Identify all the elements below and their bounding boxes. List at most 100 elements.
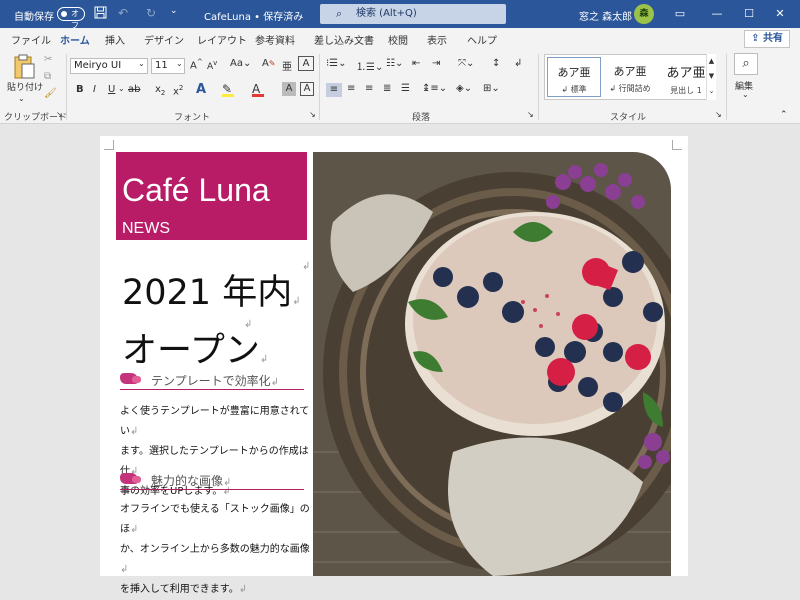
style-no-spacing[interactable]: あア亜 ↲ 行間詰め bbox=[603, 57, 657, 97]
user-name: 窓之 森太郎 bbox=[579, 12, 633, 23]
redo-icon[interactable]: ↻ bbox=[146, 6, 156, 20]
font-size-dropdown-icon[interactable]: ⌄ bbox=[176, 59, 183, 68]
tab-home[interactable]: ホーム bbox=[60, 32, 90, 52]
tab-file[interactable]: ファイル bbox=[11, 32, 51, 47]
underline-dropdown-icon[interactable]: ⌄ bbox=[118, 84, 125, 93]
underline-icon[interactable]: U bbox=[108, 84, 115, 95]
body-line: を挿入して利用できます。 bbox=[120, 584, 239, 595]
section-heading-1[interactable]: テンプレートで効率化↲ bbox=[120, 370, 304, 390]
copy-icon[interactable]: ⧉ bbox=[44, 71, 51, 82]
tab-mailings[interactable]: 差し込み文書 bbox=[314, 32, 374, 47]
section-body-2[interactable]: オフラインでも使える「ストック画像」のほ↲ か、オンライン上から多数の魅力的な画… bbox=[120, 500, 310, 600]
font-color-icon[interactable]: A bbox=[252, 82, 264, 97]
ribbon-display-icon[interactable]: ▭ bbox=[666, 4, 694, 24]
multilevel-list-icon[interactable]: ☷⌄ bbox=[386, 58, 403, 69]
style-heading-1[interactable]: あア亜 見出し 1 bbox=[659, 57, 713, 97]
phonetic-guide-icon[interactable]: 亜 bbox=[282, 58, 292, 73]
body-line: オフラインでも使える「ストック画像」のほ bbox=[120, 504, 310, 535]
minimize-icon[interactable]: — bbox=[703, 4, 731, 24]
heading-ornament-icon bbox=[120, 373, 141, 384]
share-button[interactable]: ⇪ 共有 bbox=[744, 30, 790, 48]
italic-icon[interactable]: I bbox=[93, 84, 96, 95]
shrink-font-icon[interactable]: Av bbox=[207, 59, 217, 72]
paste-dropdown-icon[interactable]: ⌄ bbox=[18, 94, 25, 103]
distributed-icon[interactable]: ☰ bbox=[401, 83, 410, 94]
decrease-indent-icon[interactable]: ⇤ bbox=[412, 58, 420, 69]
search-icon: ⌕ bbox=[336, 7, 343, 20]
font-name-dropdown-icon[interactable]: ⌄ bbox=[138, 59, 145, 68]
shading-icon[interactable]: ◈⌄ bbox=[456, 83, 472, 94]
clear-formatting-icon[interactable]: A✎ bbox=[262, 58, 276, 69]
font-launcher-icon[interactable]: ↘ bbox=[309, 110, 316, 119]
brand-subtitle[interactable]: NEWS bbox=[122, 220, 170, 238]
font-name-box[interactable]: Meiryo UI bbox=[70, 58, 148, 74]
search-placeholder: 検索 (Alt+Q) bbox=[356, 8, 417, 19]
paste-button-label[interactable]: 貼り付け bbox=[7, 80, 43, 93]
paragraph-group-label: 段落 bbox=[412, 113, 431, 123]
tab-references[interactable]: 参考資料 bbox=[255, 32, 295, 47]
character-border-icon[interactable]: A bbox=[300, 82, 314, 96]
avatar[interactable]: 森 bbox=[634, 4, 654, 24]
style-normal[interactable]: あア亜 ↲ 標準 bbox=[547, 57, 601, 97]
justify-icon[interactable]: ≣ bbox=[383, 83, 391, 94]
ribbon-separator bbox=[538, 54, 539, 120]
subscript-icon[interactable]: x2 bbox=[155, 84, 165, 97]
styles-scroll-icon[interactable]: ▲ ▼ ⌄ bbox=[706, 54, 716, 100]
section-heading-2[interactable]: 魅力的な画像↲ bbox=[120, 470, 304, 490]
tab-layout[interactable]: レイアウト bbox=[197, 32, 247, 47]
undo-icon[interactable]: ↶ bbox=[118, 6, 128, 20]
document-page[interactable]: Café Luna NEWS 2021 年内↲ オープン↲ テンプレートで効率化… bbox=[100, 136, 688, 595]
styles-launcher-icon[interactable]: ↘ bbox=[715, 110, 722, 119]
sort-icon[interactable]: ↕ bbox=[492, 58, 500, 69]
strikethrough-icon[interactable]: ab bbox=[128, 84, 140, 95]
ribbon: 貼り付け ⌄ ✂ ⧉ 🖌 クリップボード ↘ Meiryo UI ⌄ 11 ⌄ … bbox=[0, 50, 800, 124]
bullets-icon[interactable]: ⁝☰⌄ bbox=[326, 58, 347, 69]
superscript-icon[interactable]: x2 bbox=[173, 84, 183, 97]
style-sample: あア亜 bbox=[666, 66, 706, 81]
maximize-icon[interactable]: ☐ bbox=[735, 4, 763, 24]
bold-icon[interactable]: B bbox=[76, 84, 84, 95]
format-painter-icon[interactable]: 🖌 bbox=[44, 88, 57, 99]
highlight-icon[interactable]: ✎ bbox=[222, 82, 234, 97]
enclosed-character-icon[interactable]: A bbox=[298, 56, 314, 71]
tab-insert[interactable]: 挿入 bbox=[105, 32, 125, 47]
cake-photo[interactable] bbox=[313, 152, 671, 576]
style-sample: あア亜 bbox=[557, 66, 591, 79]
headline-line-1[interactable]: 2021 年内↲ bbox=[122, 264, 301, 315]
edit-dropdown-icon[interactable]: ⌄ bbox=[742, 90, 749, 99]
find-icon[interactable]: ⌕ bbox=[734, 53, 758, 75]
save-icon[interactable] bbox=[94, 6, 107, 22]
paragraph-mark: ↲ bbox=[223, 477, 232, 488]
align-center-icon[interactable]: ≡ bbox=[347, 83, 355, 94]
align-right-icon[interactable]: ≡ bbox=[365, 83, 373, 94]
paragraph-launcher-icon[interactable]: ↘ bbox=[527, 110, 534, 119]
brand-title[interactable]: Café Luna bbox=[122, 172, 270, 209]
borders-icon[interactable]: ⊞⌄ bbox=[483, 83, 500, 94]
cut-icon[interactable]: ✂ bbox=[44, 54, 52, 65]
styles-gallery: あア亜 ↲ 標準 あア亜 ↲ 行間詰め あア亜 見出し 1 bbox=[544, 54, 716, 100]
tab-view[interactable]: 表示 bbox=[427, 32, 447, 47]
tab-review[interactable]: 校閲 bbox=[388, 32, 408, 47]
change-case-icon[interactable]: Aa⌄ bbox=[230, 58, 251, 69]
paste-icon[interactable] bbox=[12, 54, 36, 83]
clipboard-launcher-icon[interactable]: ↘ bbox=[56, 110, 63, 119]
close-icon[interactable]: ✕ bbox=[766, 4, 794, 24]
align-left-icon[interactable]: ≡ bbox=[326, 83, 342, 97]
brand-banner[interactable]: Café Luna NEWS bbox=[116, 152, 307, 240]
tab-help[interactable]: ヘルプ bbox=[467, 32, 497, 47]
search-box[interactable]: ⌕ 検索 (Alt+Q) bbox=[320, 4, 506, 24]
show-marks-icon[interactable]: ↲ bbox=[514, 58, 522, 69]
increase-indent-icon[interactable]: ⇥ bbox=[432, 58, 440, 69]
tab-design[interactable]: デザイン bbox=[144, 32, 184, 47]
paragraph-mark: ↲ bbox=[270, 377, 280, 388]
line-spacing-icon[interactable]: ↨≡⌄ bbox=[422, 83, 447, 94]
numbering-icon[interactable]: ⒈☰⌄ bbox=[356, 58, 383, 73]
character-shading-icon[interactable]: A bbox=[282, 82, 296, 96]
heading-ornament-icon bbox=[120, 473, 141, 484]
qat-customize-icon[interactable]: ⌄ bbox=[170, 6, 178, 16]
collapse-ribbon-icon[interactable]: ⌃ bbox=[780, 110, 788, 120]
autosave-toggle[interactable]: オフ bbox=[57, 7, 85, 30]
asian-layout-icon[interactable]: ⤧⌄ bbox=[458, 58, 474, 69]
grow-font-icon[interactable]: A^ bbox=[190, 58, 203, 71]
text-effects-icon[interactable]: A bbox=[196, 82, 206, 97]
